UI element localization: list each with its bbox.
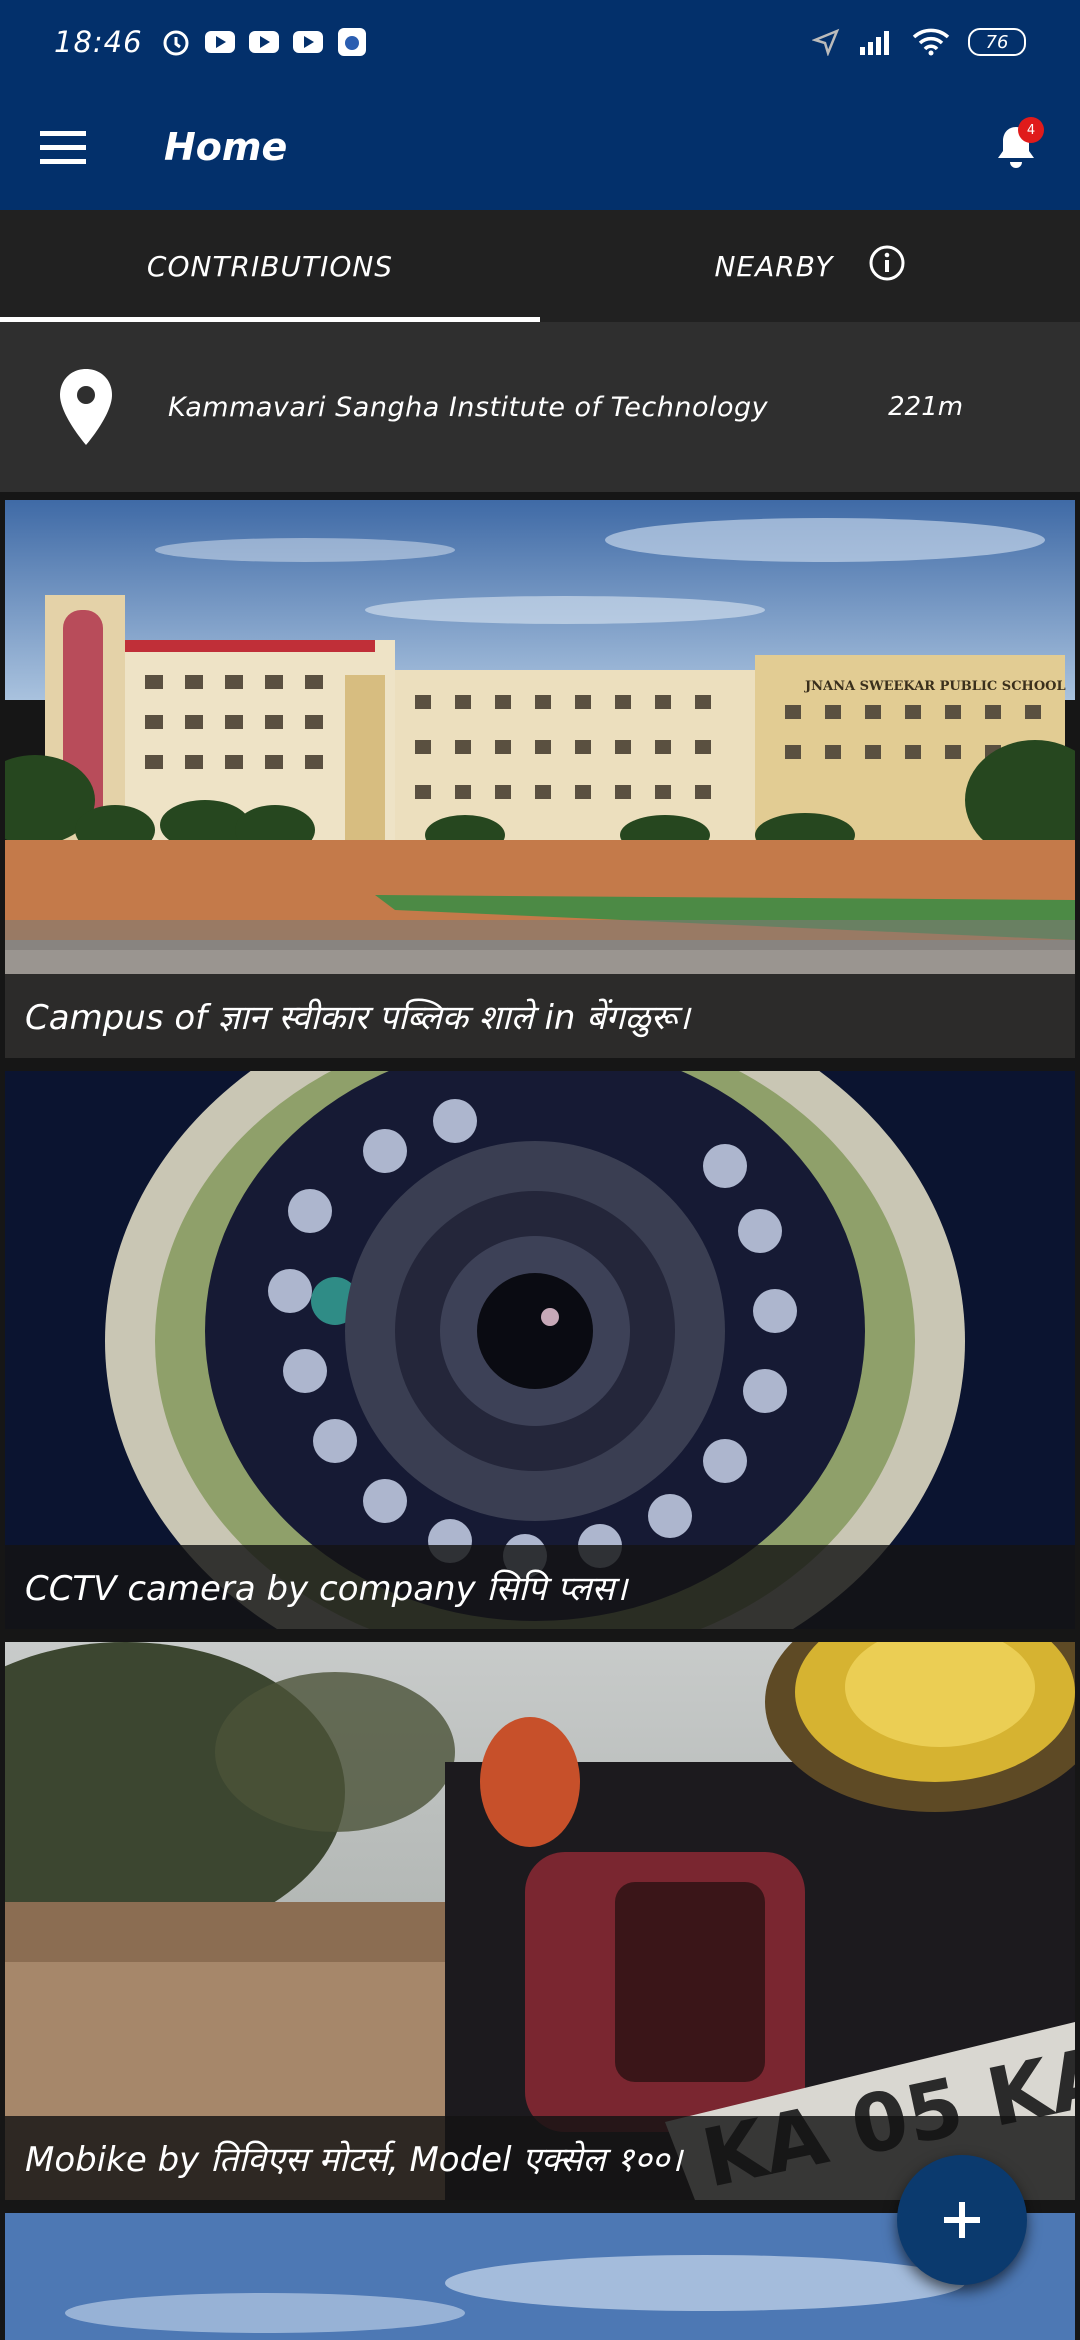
- status-system-icons: 76: [812, 28, 1026, 56]
- youtube-icon: [248, 31, 279, 53]
- contribution-card[interactable]: CCTV camera by company सिपि प्लस।: [5, 1071, 1075, 1629]
- page-title: Home: [164, 125, 288, 169]
- status-bar: 18:46 76: [0, 0, 1080, 84]
- contribution-caption: CCTV camera by company सिपि प्लस।: [5, 1545, 1075, 1629]
- youtube-icon: [292, 31, 323, 53]
- add-contribution-button[interactable]: [897, 2155, 1027, 2285]
- youtube-icon: [204, 31, 235, 53]
- contribution-card[interactable]: KA 05 KA Mobike by तिविएस मोटर्स, Model …: [5, 1642, 1075, 2200]
- tab-bar: CONTRIBUTIONS NEARBY: [0, 210, 1080, 322]
- app-bar: Home 4: [0, 84, 1080, 210]
- tab-contributions-label: CONTRIBUTIONS: [146, 249, 394, 283]
- location-name: Kammavari Sangha Institute of Technology: [168, 391, 769, 423]
- notification-badge: 4: [1018, 117, 1044, 143]
- info-icon[interactable]: [868, 244, 906, 289]
- location-pin-icon: [46, 367, 126, 447]
- battery-icon: 76: [968, 28, 1026, 56]
- current-location-bar[interactable]: Kammavari Sangha Institute of Technology…: [0, 322, 1080, 492]
- status-time: 18:46: [54, 25, 143, 59]
- signal-icon: [858, 29, 894, 55]
- location-arrow-icon: [812, 28, 840, 56]
- menu-button[interactable]: [30, 114, 96, 180]
- contribution-card[interactable]: JNANA SWEEKAR PUBLIC SCHOOL Campus of ज्…: [5, 500, 1075, 1058]
- app-icon: [337, 27, 367, 57]
- location-distance: 221m: [888, 392, 964, 422]
- school-sign-text: JNANA SWEEKAR PUBLIC SCHOOL: [804, 679, 1066, 694]
- tab-contributions[interactable]: CONTRIBUTIONS: [0, 210, 540, 322]
- contribution-caption: Campus of ज्ञान स्वीकार पब्लिक शाले in ब…: [5, 974, 1075, 1058]
- tab-nearby[interactable]: NEARBY: [540, 210, 1080, 322]
- wifi-icon: [912, 28, 950, 56]
- notifications-button[interactable]: 4: [974, 105, 1058, 189]
- tab-nearby-label: NEARBY: [714, 249, 834, 283]
- alarm-icon: [161, 27, 191, 57]
- hamburger-menu-icon: [40, 131, 86, 164]
- status-notification-icons: [161, 27, 367, 57]
- plus-icon: [944, 2202, 980, 2238]
